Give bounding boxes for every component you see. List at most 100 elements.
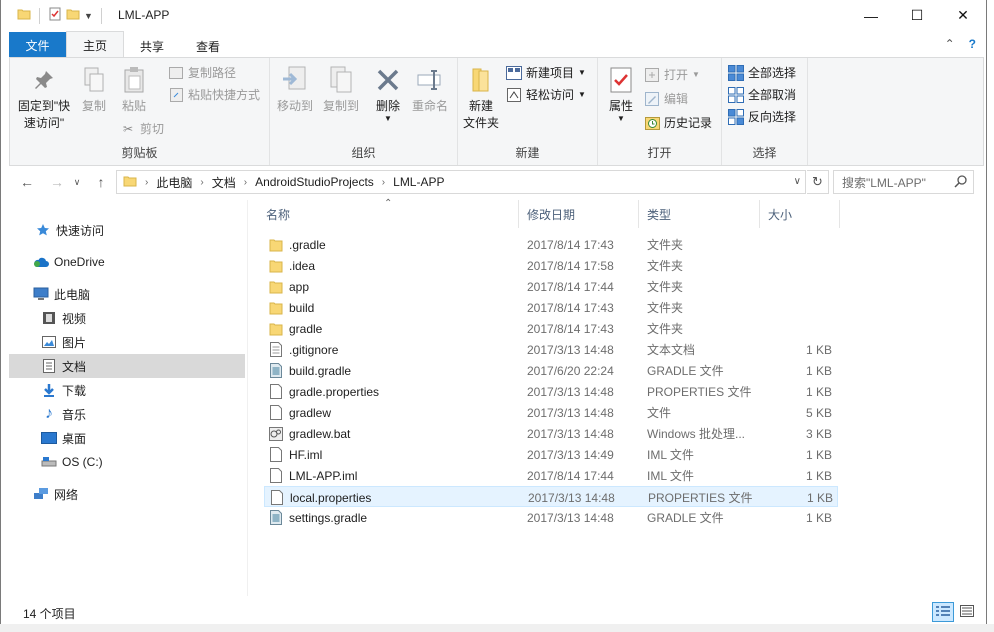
column-header-type[interactable]: 类型 xyxy=(639,200,760,228)
chevron-right-icon[interactable]: › xyxy=(382,177,385,188)
collapse-ribbon-icon[interactable]: ⌃ xyxy=(945,37,955,51)
edit-button[interactable]: 编辑 xyxy=(644,90,688,107)
file-date: 2017/8/14 17:44 xyxy=(527,468,614,483)
file-row[interactable]: gradlew 2017/3/13 14:48 文件 5 KB xyxy=(264,402,838,423)
forward-button[interactable]: → xyxy=(47,172,67,192)
chevron-down-icon[interactable]: ▼ xyxy=(84,11,93,21)
chevron-down-icon[interactable]: ∨ xyxy=(794,176,801,187)
new-folder-icon[interactable] xyxy=(66,7,80,24)
file-size: 1 KB xyxy=(805,510,832,525)
history-button[interactable]: 历史记录 xyxy=(644,114,712,131)
sidebar-item-onedrive[interactable]: OneDrive xyxy=(9,250,245,274)
refresh-button[interactable]: ↻ xyxy=(807,170,829,194)
paste-shortcut-button[interactable]: 粘贴快捷方式 xyxy=(168,86,260,103)
select-none-button[interactable]: 全部取消 xyxy=(728,86,796,103)
chevron-down-icon: ▼ xyxy=(578,68,586,77)
easy-access-button[interactable]: 轻松访问 ▼ xyxy=(506,86,586,103)
breadcrumb-documents[interactable]: 文档 xyxy=(212,174,236,191)
column-header-date[interactable]: 修改日期 xyxy=(519,200,639,228)
search-input[interactable]: 搜索"LML-APP" xyxy=(833,170,974,194)
copy-path-button[interactable]: 复制路径 xyxy=(168,64,236,81)
sidebar-item-this-pc[interactable]: 此电脑 xyxy=(9,282,245,306)
address-bar[interactable]: › 此电脑 › 文档 › AndroidStudioProjects › LML… xyxy=(116,170,806,194)
breadcrumb-lml-app[interactable]: LML-APP xyxy=(393,175,444,189)
breadcrumb-this-pc[interactable]: 此电脑 xyxy=(156,174,192,191)
file-name: app xyxy=(289,279,310,294)
rename-button[interactable]: 重命名 xyxy=(410,64,450,115)
organize-group-label: 组织 xyxy=(351,146,376,160)
chevron-down-icon: ▼ xyxy=(617,114,625,123)
properties-icon[interactable] xyxy=(48,7,62,24)
sidebar-item-pictures[interactable]: 图片 xyxy=(9,330,245,354)
file-row[interactable]: LML-APP.iml 2017/8/14 17:44 IML 文件 1 KB xyxy=(264,465,838,486)
large-icons-view-button[interactable] xyxy=(956,602,978,622)
sidebar-item-quick-access[interactable]: 快速访问 xyxy=(9,218,245,242)
file-name-cell: local.properties xyxy=(269,487,519,508)
file-row[interactable]: app 2017/8/14 17:44 文件夹 xyxy=(264,276,838,297)
tab-share[interactable]: 共享 xyxy=(124,34,180,58)
large-icons-view-icon xyxy=(960,604,974,620)
tab-file[interactable]: 文件 xyxy=(9,32,66,58)
chevron-right-icon[interactable]: › xyxy=(244,177,247,188)
maximize-button[interactable]: ☐ xyxy=(894,0,940,31)
open-button[interactable]: 打开 ▼ xyxy=(644,66,700,83)
file-icon xyxy=(269,490,285,506)
back-button[interactable]: ← xyxy=(17,172,37,192)
new-folder-button[interactable]: 新建 文件夹 xyxy=(460,64,502,132)
sidebar-item-videos[interactable]: 视频 xyxy=(9,306,245,330)
sidebar-item-downloads[interactable]: 下载 xyxy=(9,378,245,402)
recent-locations-button[interactable]: ∨ xyxy=(67,172,87,192)
cut-button[interactable]: ✂ 剪切 xyxy=(120,120,164,137)
file-row[interactable]: .gitignore 2017/3/13 14:48 文本文档 1 KB xyxy=(264,339,838,360)
sidebar-item-desktop[interactable]: 桌面 xyxy=(9,426,245,450)
file-row[interactable]: build 2017/8/14 17:43 文件夹 xyxy=(264,297,838,318)
file-type: 文件夹 xyxy=(647,322,684,336)
up-button[interactable]: ↑ xyxy=(91,172,111,192)
move-to-button[interactable]: 移动到 xyxy=(274,64,316,115)
sidebar-item-music[interactable]: ♪ 音乐 xyxy=(9,402,245,426)
invert-selection-button[interactable]: 反向选择 xyxy=(728,108,796,125)
column-header-size[interactable]: 大小 xyxy=(760,200,840,228)
breadcrumb-androidstudioprojects[interactable]: AndroidStudioProjects xyxy=(255,175,374,189)
details-view-button[interactable] xyxy=(932,602,954,622)
new-item-button[interactable]: 新建项目 ▼ xyxy=(506,64,586,81)
minimize-button[interactable]: — xyxy=(848,0,894,31)
paste-button[interactable]: 粘贴 xyxy=(116,64,152,115)
background-window-edge xyxy=(987,0,994,632)
close-button[interactable]: ✕ xyxy=(940,0,986,31)
star-icon xyxy=(35,222,51,238)
select-all-label: 全部选择 xyxy=(748,66,797,80)
desktop-icon xyxy=(41,430,57,446)
file-row[interactable]: gradlew.bat 2017/3/13 14:48 Windows 批处理...… xyxy=(264,423,838,444)
file-row[interactable]: gradle 2017/8/14 17:43 文件夹 xyxy=(264,318,838,339)
help-icon[interactable]: ? xyxy=(969,37,976,51)
file-row[interactable]: local.properties 2017/3/13 14:48 PROPERTIE… xyxy=(264,486,838,507)
file-row[interactable]: .gradle 2017/8/14 17:43 文件夹 xyxy=(264,234,838,255)
sidebar-item-documents[interactable]: 文档 xyxy=(9,354,245,378)
pin-quick-access-button[interactable]: 固定到"快 速访问" xyxy=(14,64,74,132)
gradle-file-icon xyxy=(268,510,284,526)
file-row[interactable]: HF.iml 2017/3/13 14:49 IML 文件 1 KB xyxy=(264,444,838,465)
file-row[interactable]: build.gradle 2017/6/20 22:24 GRADLE 文件 1 KB xyxy=(264,360,838,381)
delete-button[interactable]: 删除 ▼ xyxy=(372,64,404,123)
tab-home[interactable]: 主页 xyxy=(66,31,125,58)
toolbar-divider xyxy=(100,7,102,24)
column-header-name[interactable]: 名称 xyxy=(258,200,519,228)
copy-button[interactable]: 复制 xyxy=(76,64,112,115)
chevron-right-icon[interactable]: › xyxy=(200,177,203,188)
tab-view[interactable]: 查看 xyxy=(180,34,236,58)
file-row[interactable]: gradle.properties 2017/3/13 14:48 PROPERTI… xyxy=(264,381,838,402)
file-name-cell: gradlew.bat xyxy=(268,423,518,444)
sidebar-item-network[interactable]: 网络 xyxy=(9,482,245,506)
properties-button[interactable]: 属性 ▼ xyxy=(604,64,638,123)
file-row[interactable]: .idea 2017/8/14 17:58 文件夹 xyxy=(264,255,838,276)
select-all-button[interactable]: 全部选择 xyxy=(728,64,796,81)
sidebar-item-os-drive[interactable]: OS (C:) xyxy=(9,450,245,474)
delete-icon xyxy=(372,64,404,96)
file-row[interactable]: settings.gradle 2017/3/13 14:48 GRADLE 文件 1… xyxy=(264,507,838,528)
computer-icon xyxy=(33,286,49,302)
copy-to-button[interactable]: 复制到 xyxy=(320,64,362,115)
paste-shortcut-label: 粘贴快捷方式 xyxy=(188,88,261,102)
file-name: LML-APP.iml xyxy=(289,468,358,483)
cloud-icon xyxy=(33,254,49,270)
